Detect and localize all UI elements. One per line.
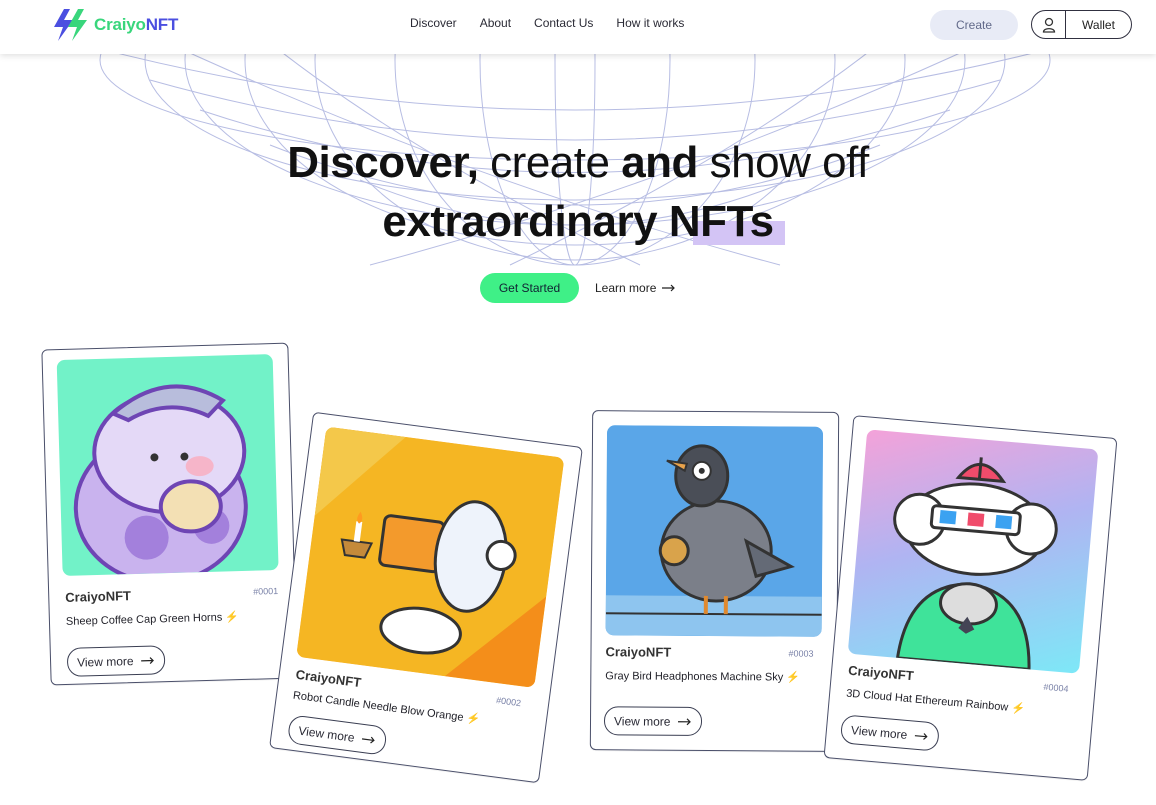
- nft-image-3d-cloud: [847, 429, 1099, 674]
- user-icon: [1032, 11, 1066, 38]
- learn-more-link[interactable]: Learn more: [595, 281, 676, 295]
- wallet-button[interactable]: Wallet: [1031, 10, 1132, 39]
- view-more-label: View more: [613, 713, 671, 729]
- bolt-icon: ⚡: [225, 611, 240, 624]
- view-more-button[interactable]: View more: [839, 714, 941, 752]
- nft-card-2[interactable]: CraiyoNFT #0002 Robot Candle Needle Blow…: [269, 411, 583, 784]
- card-brand: CraiyoNFT: [294, 666, 363, 691]
- hero-title-line-1: Discover, create and show off: [287, 138, 869, 187]
- arrow-right-icon: [662, 284, 676, 292]
- nft-image-sheep: [56, 354, 279, 577]
- view-more-label: View more: [297, 723, 356, 745]
- top-navbar: CraiyoNFT Discover About Contact Us How …: [0, 0, 1156, 54]
- view-more-button[interactable]: View more: [66, 645, 166, 677]
- arrow-right-icon: [915, 732, 929, 740]
- bolt-icon: ⚡: [465, 712, 481, 727]
- nft-image-robot-candle: [296, 426, 565, 688]
- card-brand: CraiyoNFT: [605, 644, 672, 660]
- card-title: 3D Cloud Hat Ethereum Rainbow ⚡: [845, 687, 1026, 716]
- nav-about[interactable]: About: [480, 16, 511, 30]
- wallet-label: Wallet: [1082, 17, 1115, 32]
- card-number: #0001: [253, 585, 279, 597]
- arrow-right-icon: [141, 656, 155, 664]
- logo[interactable]: CraiyoNFT: [52, 9, 178, 41]
- nav-discover[interactable]: Discover: [410, 16, 457, 30]
- bolt-icon: ⚡: [1010, 701, 1026, 716]
- create-button[interactable]: Create: [930, 10, 1018, 40]
- view-more-label: View more: [850, 722, 908, 742]
- card-brand: CraiyoNFT: [847, 662, 915, 684]
- hero-title-line-2: extraordinary NFTs: [382, 197, 774, 246]
- nav-contact-us[interactable]: Contact Us: [534, 16, 593, 30]
- arrow-right-icon: [362, 736, 376, 744]
- nft-card-3[interactable]: CraiyoNFT #0003 Gray Bird Headphones Mac…: [589, 410, 840, 752]
- main-nav: Discover About Contact Us How it works: [410, 16, 707, 30]
- nft-card-4[interactable]: CraiyoNFT #0004 3D Cloud Hat Ethereum Ra…: [823, 415, 1118, 781]
- card-number: #0004: [1043, 681, 1069, 694]
- arrow-right-icon: [678, 717, 692, 725]
- lightning-logo-icon: [54, 9, 87, 41]
- card-title: Gray Bird Headphones Machine Sky ⚡: [605, 670, 801, 684]
- card-number: #0003: [788, 648, 814, 659]
- view-more-button[interactable]: View more: [603, 706, 703, 736]
- card-brand: CraiyoNFT: [65, 588, 132, 605]
- brand-name: CraiyoNFT: [94, 15, 179, 34]
- card-number: #0002: [495, 695, 522, 709]
- nav-how-it-works[interactable]: How it works: [616, 16, 684, 30]
- view-more-label: View more: [76, 653, 134, 670]
- learn-more-label: Learn more: [595, 281, 657, 295]
- view-more-button[interactable]: View more: [286, 714, 389, 756]
- bolt-icon: ⚡: [786, 671, 801, 684]
- card-title: Sheep Coffee Cap Green Horns ⚡: [65, 611, 240, 628]
- nft-image-gray-bird: [605, 425, 824, 637]
- nft-card-1[interactable]: CraiyoNFT #0001 Sheep Coffee Cap Green H…: [41, 342, 298, 686]
- get-started-button[interactable]: Get Started: [480, 273, 579, 303]
